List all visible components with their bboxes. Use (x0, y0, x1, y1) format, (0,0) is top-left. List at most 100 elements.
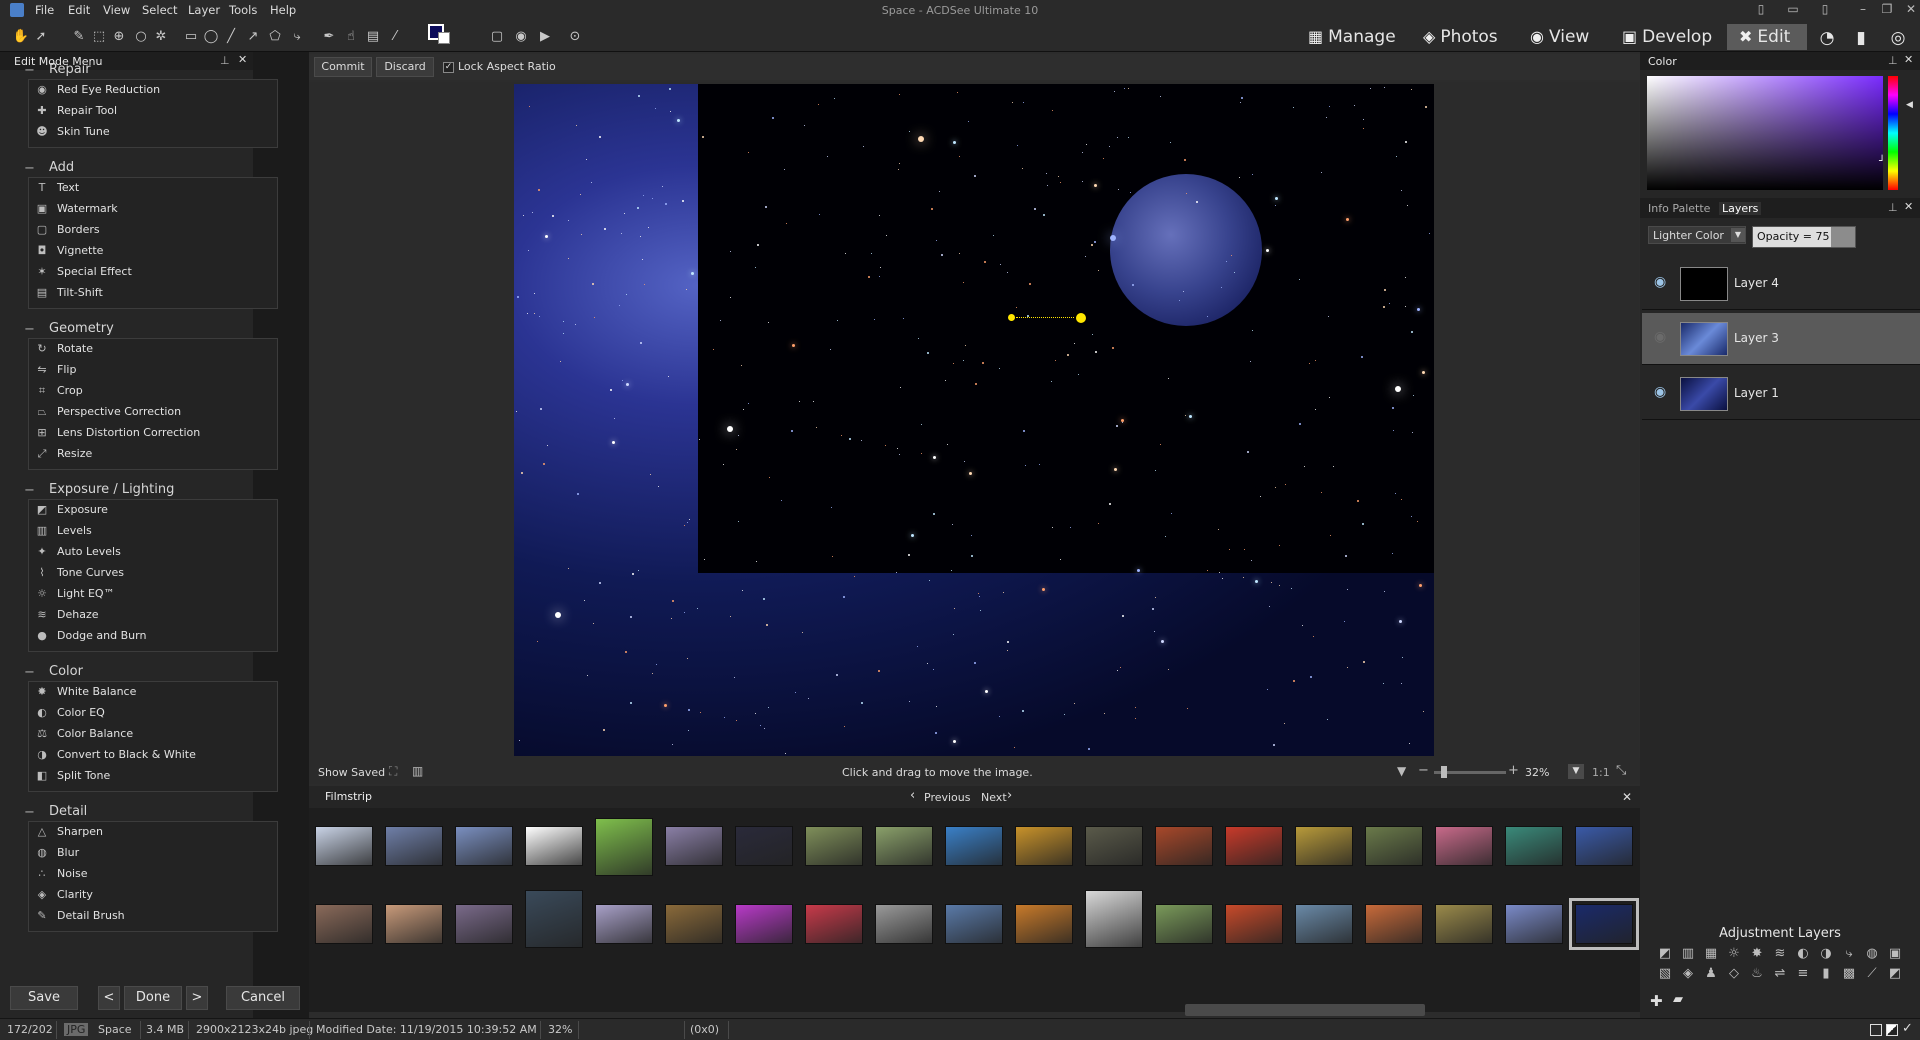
filmstrip-thumbnail[interactable] (1155, 904, 1213, 944)
lines-icon[interactable]: ≡ (1794, 966, 1812, 982)
add-layer-icon[interactable]: ✚ (1650, 992, 1663, 1010)
menu-item-borders[interactable]: ▢ Borders (35, 223, 100, 241)
magic-wand-icon[interactable]: ✲ (152, 28, 170, 46)
brush-icon[interactable]: ✎ (70, 28, 88, 46)
menu-item-sharpen[interactable]: △ Sharpen (35, 825, 103, 843)
layer-group-icon[interactable]: ▰ (1673, 992, 1683, 1007)
gradient-icon[interactable]: ▤ (364, 28, 382, 46)
zoom-slider-handle[interactable] (1441, 766, 1447, 778)
layout-bottom-icon[interactable]: ▭ (1782, 2, 1804, 18)
filmstrip-thumbnail[interactable] (385, 904, 443, 944)
section-title[interactable]: Exposure / Lighting (49, 482, 174, 497)
menu-item-dehaze[interactable]: ≋ Dehaze (35, 608, 98, 626)
filmstrip-thumbnail[interactable] (945, 826, 1003, 866)
save-button[interactable]: Save (10, 986, 78, 1010)
menu-help[interactable]: Help (270, 3, 296, 17)
filmstrip-thumbnail[interactable] (455, 826, 513, 866)
clarity-icon[interactable]: ◈ (1679, 966, 1697, 982)
visibility-eye-icon[interactable]: ◉ (1654, 274, 1666, 290)
actual-size-button[interactable]: 1:1 (1592, 766, 1610, 779)
close-color-panel-icon[interactable]: ✕ (1904, 53, 1913, 66)
menu-item-crop[interactable]: ⌗ Crop (35, 384, 83, 402)
filmstrip-thumbnail[interactable] (665, 826, 723, 866)
filmstrip-thumbnail[interactable] (665, 904, 723, 944)
menu-item-white-balance[interactable]: ✸ White Balance (35, 685, 136, 703)
collapse-icon[interactable]: − (24, 322, 35, 337)
show-saved-button[interactable]: Show Saved (318, 766, 385, 779)
mode-develop[interactable]: ▣ Develop (1622, 24, 1712, 50)
layout-left-icon[interactable]: ▯ (1750, 2, 1772, 18)
pin-icon[interactable]: ⊥ (220, 54, 230, 67)
visibility-eye-icon[interactable]: ◉ (1654, 329, 1666, 345)
section-title[interactable]: Color (49, 664, 83, 679)
menu-item-resize[interactable]: ⤢ Resize (35, 447, 93, 465)
filmstrip-thumbnail[interactable] (875, 904, 933, 944)
auto-levels-icon[interactable]: ▦ (1702, 946, 1720, 962)
filmstrip-thumbnail[interactable] (525, 826, 583, 866)
prev-image-button[interactable]: < (98, 986, 120, 1010)
color-picker-cursor[interactable]: ┘ (1879, 156, 1885, 167)
next-button[interactable]: Next (981, 791, 1007, 804)
white-balance-icon[interactable]: ✸ (1748, 946, 1766, 962)
blend-mode-select[interactable]: Lighter Color ▼ (1648, 226, 1746, 244)
filmstrip-thumbnail[interactable] (1575, 826, 1633, 866)
background-swatch[interactable] (438, 32, 450, 44)
filmstrip-thumbnail[interactable] (1015, 904, 1073, 944)
menu-item-color-balance[interactable]: ⚖ Color Balance (35, 727, 133, 745)
filmstrip-thumbnail[interactable] (735, 904, 793, 944)
menu-select[interactable]: Select (142, 3, 177, 17)
filmstrip-thumbnail[interactable] (1505, 904, 1563, 944)
layer-row[interactable]: ◉ Layer 1 (1642, 368, 1920, 420)
menu-item-tone-curves[interactable]: ⌇ Tone Curves (35, 566, 124, 584)
tab-layers[interactable]: Layers (1719, 202, 1762, 215)
filmstrip-thumbnail[interactable] (1569, 898, 1639, 950)
opacity-slider[interactable]: Opacity = 75 (1752, 226, 1856, 248)
filmstrip-thumbnail[interactable] (1435, 826, 1493, 866)
light-eq-icon[interactable]: ☼ (1725, 946, 1743, 962)
lock-aspect-checkbox[interactable]: ✓ (443, 62, 454, 73)
filmstrip-thumbnail[interactable] (315, 826, 373, 866)
filmstrip-thumbnail[interactable] (1365, 904, 1423, 944)
layer-3-planet[interactable] (1110, 174, 1262, 326)
mask-icon[interactable]: ▣ (1886, 946, 1904, 962)
pin-icon[interactable]: ⊥ (1888, 201, 1898, 214)
pattern-icon[interactable]: ▧ (1656, 966, 1674, 982)
check-icon[interactable]: ✓ (1902, 1021, 1913, 1036)
filmstrip-thumbnail[interactable] (525, 890, 583, 948)
view-split-icon[interactable] (1886, 1024, 1898, 1036)
swap-icon[interactable]: ⇌ (1771, 966, 1789, 982)
bar-icon[interactable]: ▮ (1817, 966, 1835, 982)
menu-item-noise[interactable]: ∴ Noise (35, 867, 88, 885)
hue-arrow-icon[interactable]: ◀ (1906, 100, 1913, 110)
diagonal-icon[interactable]: ⟋ (1863, 966, 1881, 982)
pen-icon[interactable]: ✒ (320, 28, 338, 46)
close-panel-icon[interactable]: ✕ (238, 53, 247, 66)
menu-item-light-eq[interactable]: ☼ Light EQ™ (35, 587, 115, 605)
mode-manage[interactable]: ▦ Manage (1308, 24, 1400, 50)
fit-icon[interactable]: ⤡ (1616, 763, 1626, 778)
wifi-icon[interactable]: ◎ (1886, 26, 1910, 50)
discard-button[interactable]: Discard (376, 57, 434, 77)
section-title[interactable]: Repair (49, 62, 91, 77)
menu-item-levels[interactable]: ▥ Levels (35, 524, 92, 542)
previous-button[interactable]: Previous (924, 791, 971, 804)
menu-item-detail-brush[interactable]: ✎ Detail Brush (35, 909, 124, 927)
filmstrip-thumbnail[interactable] (1225, 826, 1283, 866)
zoom-out-icon[interactable]: − (1418, 763, 1429, 778)
play-icon[interactable]: ▶ (536, 28, 554, 46)
stop-icon[interactable]: ▢ (488, 28, 506, 46)
collapse-icon[interactable]: − (24, 63, 35, 78)
move-anchor-end[interactable] (1074, 311, 1088, 325)
menu-item-tilt-shift[interactable]: ▤ Tilt-Shift (35, 286, 103, 304)
section-title[interactable]: Detail (49, 804, 87, 819)
filmstrip-thumbnail[interactable] (1085, 826, 1143, 866)
zoom-dropdown-icon[interactable]: ▼ (1568, 764, 1584, 779)
filmstrip-thumbnail[interactable] (805, 826, 863, 866)
heal-icon[interactable]: ⊕ (110, 28, 128, 46)
pointer-icon[interactable]: ➚ (32, 28, 50, 46)
menu-item-watermark[interactable]: ▣ Watermark (35, 202, 118, 220)
menu-item-convert-to-black-white[interactable]: ◑ Convert to Black & White (35, 748, 196, 766)
filmstrip-thumbnail[interactable] (1155, 826, 1213, 866)
filmstrip-thumbnail[interactable] (455, 904, 513, 944)
record-icon[interactable]: ◉ (512, 28, 530, 46)
